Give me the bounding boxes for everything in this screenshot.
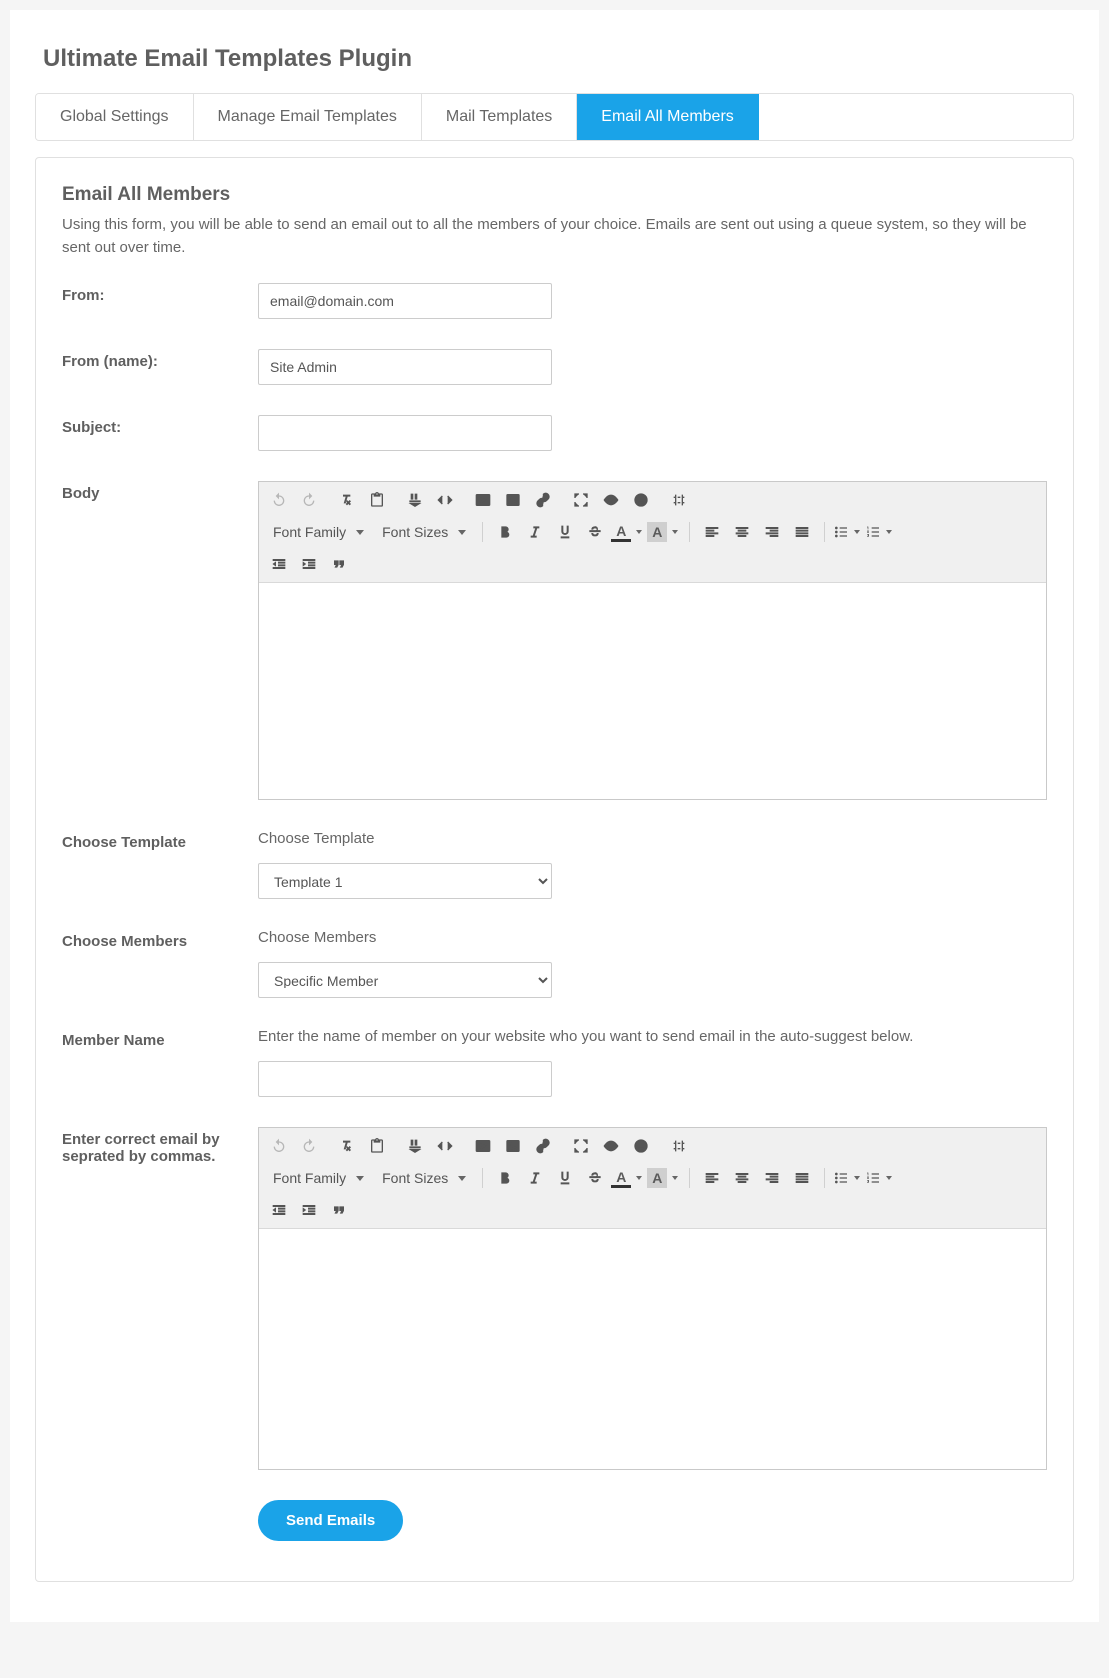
indent-icon[interactable] <box>295 550 323 578</box>
text-color-button[interactable]: A <box>611 1168 645 1188</box>
section-title: Email All Members <box>62 184 1047 206</box>
subject-label: Subject: <box>62 415 258 436</box>
bg-color-button[interactable]: A <box>647 1168 681 1188</box>
fullscreen-icon[interactable] <box>567 486 595 514</box>
emails-label: Enter correct email by seprated by comma… <box>62 1127 258 1165</box>
paste-icon[interactable] <box>363 486 391 514</box>
emoticons-icon[interactable] <box>627 1132 655 1160</box>
link-icon[interactable] <box>529 486 557 514</box>
number-list-button[interactable] <box>865 524 895 540</box>
font-sizes-dropdown[interactable]: Font Sizes <box>374 1164 474 1192</box>
body-editor-content[interactable] <box>259 583 1046 799</box>
bullet-list-button[interactable] <box>833 524 863 540</box>
align-justify-icon[interactable] <box>788 518 816 546</box>
fullscreen-icon[interactable] <box>567 1132 595 1160</box>
section-desc: Using this form, you will be able to sen… <box>62 214 1047 259</box>
members-select[interactable]: Specific Member <box>258 962 552 998</box>
template-helper: Choose Template <box>258 830 1047 847</box>
body-label: Body <box>62 481 258 502</box>
template-icon[interactable] <box>665 1132 693 1160</box>
font-family-dropdown[interactable]: Font Family <box>265 1164 372 1192</box>
member-name-input[interactable] <box>258 1061 552 1097</box>
from-name-label: From (name): <box>62 349 258 370</box>
bullet-list-button[interactable] <box>833 1170 863 1186</box>
member-name-label: Member Name <box>62 1028 258 1049</box>
template-select[interactable]: Template 1 <box>258 863 552 899</box>
underline-icon[interactable] <box>551 518 579 546</box>
align-left-icon[interactable] <box>698 518 726 546</box>
body-toolbar: Font Family Font Sizes A A <box>259 482 1046 583</box>
paste-icon[interactable] <box>363 1132 391 1160</box>
emails-editor-content[interactable] <box>259 1229 1046 1469</box>
tab-global-settings[interactable]: Global Settings <box>36 94 194 140</box>
redo-icon[interactable] <box>295 1132 323 1160</box>
members-helper: Choose Members <box>258 929 1047 946</box>
body-editor: Font Family Font Sizes A A <box>258 481 1047 800</box>
page-container: Ultimate Email Templates Plugin Global S… <box>10 10 1099 1622</box>
underline-icon[interactable] <box>551 1164 579 1192</box>
insert-media-icon[interactable] <box>469 1132 497 1160</box>
member-name-helper: Enter the name of member on your website… <box>258 1028 1047 1045</box>
submit-spacer <box>62 1500 258 1504</box>
emails-toolbar: Font Family Font Sizes A A <box>259 1128 1046 1229</box>
align-center-icon[interactable] <box>728 518 756 546</box>
bold-icon[interactable] <box>491 518 519 546</box>
outdent-icon[interactable] <box>265 1196 293 1224</box>
source-code-icon[interactable] <box>431 1132 459 1160</box>
tab-spacer <box>759 94 1073 140</box>
template-label: Choose Template <box>62 830 258 851</box>
insert-image-icon[interactable] <box>499 486 527 514</box>
bg-color-button[interactable]: A <box>647 522 681 542</box>
align-right-icon[interactable] <box>758 1164 786 1192</box>
panel: Email All Members Using this form, you w… <box>35 157 1074 1582</box>
members-label: Choose Members <box>62 929 258 950</box>
italic-icon[interactable] <box>521 1164 549 1192</box>
redo-icon[interactable] <box>295 486 323 514</box>
tab-mail-templates[interactable]: Mail Templates <box>422 94 577 140</box>
send-emails-button[interactable]: Send Emails <box>258 1500 403 1541</box>
subject-input[interactable] <box>258 415 552 451</box>
preview-icon[interactable] <box>597 1132 625 1160</box>
text-color-button[interactable]: A <box>611 522 645 542</box>
clear-format-icon[interactable] <box>333 1132 361 1160</box>
font-sizes-dropdown[interactable]: Font Sizes <box>374 518 474 546</box>
find-replace-icon[interactable] <box>401 486 429 514</box>
from-label: From: <box>62 283 258 304</box>
preview-icon[interactable] <box>597 486 625 514</box>
clear-format-icon[interactable] <box>333 486 361 514</box>
strikethrough-icon[interactable] <box>581 1164 609 1192</box>
align-center-icon[interactable] <box>728 1164 756 1192</box>
blockquote-icon[interactable] <box>325 550 353 578</box>
number-list-button[interactable] <box>865 1170 895 1186</box>
insert-image-icon[interactable] <box>499 1132 527 1160</box>
align-justify-icon[interactable] <box>788 1164 816 1192</box>
indent-icon[interactable] <box>295 1196 323 1224</box>
font-family-dropdown[interactable]: Font Family <box>265 518 372 546</box>
align-left-icon[interactable] <box>698 1164 726 1192</box>
outdent-icon[interactable] <box>265 550 293 578</box>
strikethrough-icon[interactable] <box>581 518 609 546</box>
insert-media-icon[interactable] <box>469 486 497 514</box>
bold-icon[interactable] <box>491 1164 519 1192</box>
source-code-icon[interactable] <box>431 486 459 514</box>
find-replace-icon[interactable] <box>401 1132 429 1160</box>
template-icon[interactable] <box>665 486 693 514</box>
align-right-icon[interactable] <box>758 518 786 546</box>
emails-editor: Font Family Font Sizes A A <box>258 1127 1047 1470</box>
undo-icon[interactable] <box>265 486 293 514</box>
from-input[interactable] <box>258 283 552 319</box>
emoticons-icon[interactable] <box>627 486 655 514</box>
link-icon[interactable] <box>529 1132 557 1160</box>
undo-icon[interactable] <box>265 1132 293 1160</box>
italic-icon[interactable] <box>521 518 549 546</box>
page-title: Ultimate Email Templates Plugin <box>43 45 1066 73</box>
tab-email-all-members[interactable]: Email All Members <box>577 94 758 140</box>
tab-manage-email-templates[interactable]: Manage Email Templates <box>194 94 422 140</box>
blockquote-icon[interactable] <box>325 1196 353 1224</box>
from-name-input[interactable] <box>258 349 552 385</box>
tabs: Global Settings Manage Email Templates M… <box>35 93 1074 141</box>
